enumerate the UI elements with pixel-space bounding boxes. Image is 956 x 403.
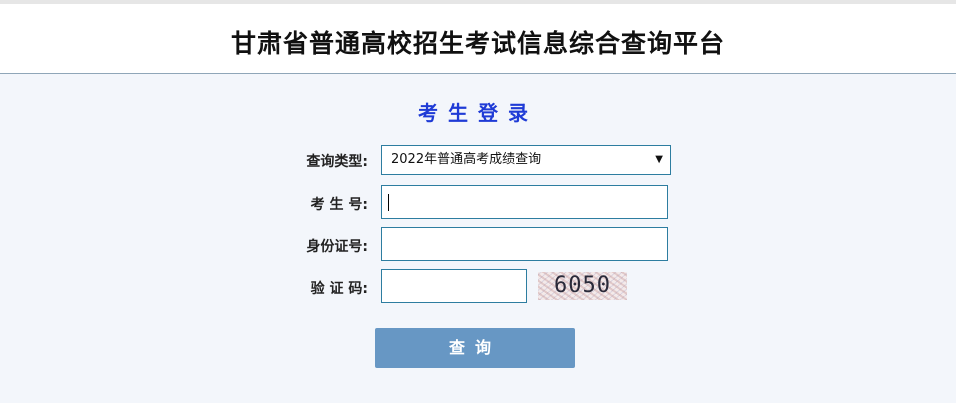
query-submit-button[interactable]: 查询 (375, 328, 575, 368)
exam-number-input[interactable] (381, 185, 668, 219)
captcha-label: 验 证 码: (310, 281, 368, 297)
site-title: 甘肃省普通高校招生考试信息综合查询平台 (230, 29, 725, 58)
login-title: 考生登录 (418, 101, 538, 125)
exam-number-label: 考 生 号: (310, 197, 368, 213)
captcha-input[interactable] (381, 269, 527, 303)
id-number-label: 身份证号: (306, 239, 368, 255)
site-header: 甘肃省普通高校招生考试信息综合查询平台 (0, 4, 956, 74)
captcha-image[interactable]: 6050 (538, 272, 627, 300)
query-type-label: 查询类型: (306, 154, 368, 170)
query-type-selected-value: 2022年普通高考成绩查询 (391, 152, 542, 167)
id-number-input[interactable] (381, 227, 668, 261)
login-panel: 考生登录 查询类型: 2022年普通高考成绩查询 ▼ 考 生 号: 身份证号: … (0, 75, 956, 403)
text-cursor (388, 194, 389, 211)
query-type-select[interactable]: 2022年普通高考成绩查询 ▼ (381, 145, 671, 175)
dropdown-arrow-icon: ▼ (655, 154, 663, 165)
